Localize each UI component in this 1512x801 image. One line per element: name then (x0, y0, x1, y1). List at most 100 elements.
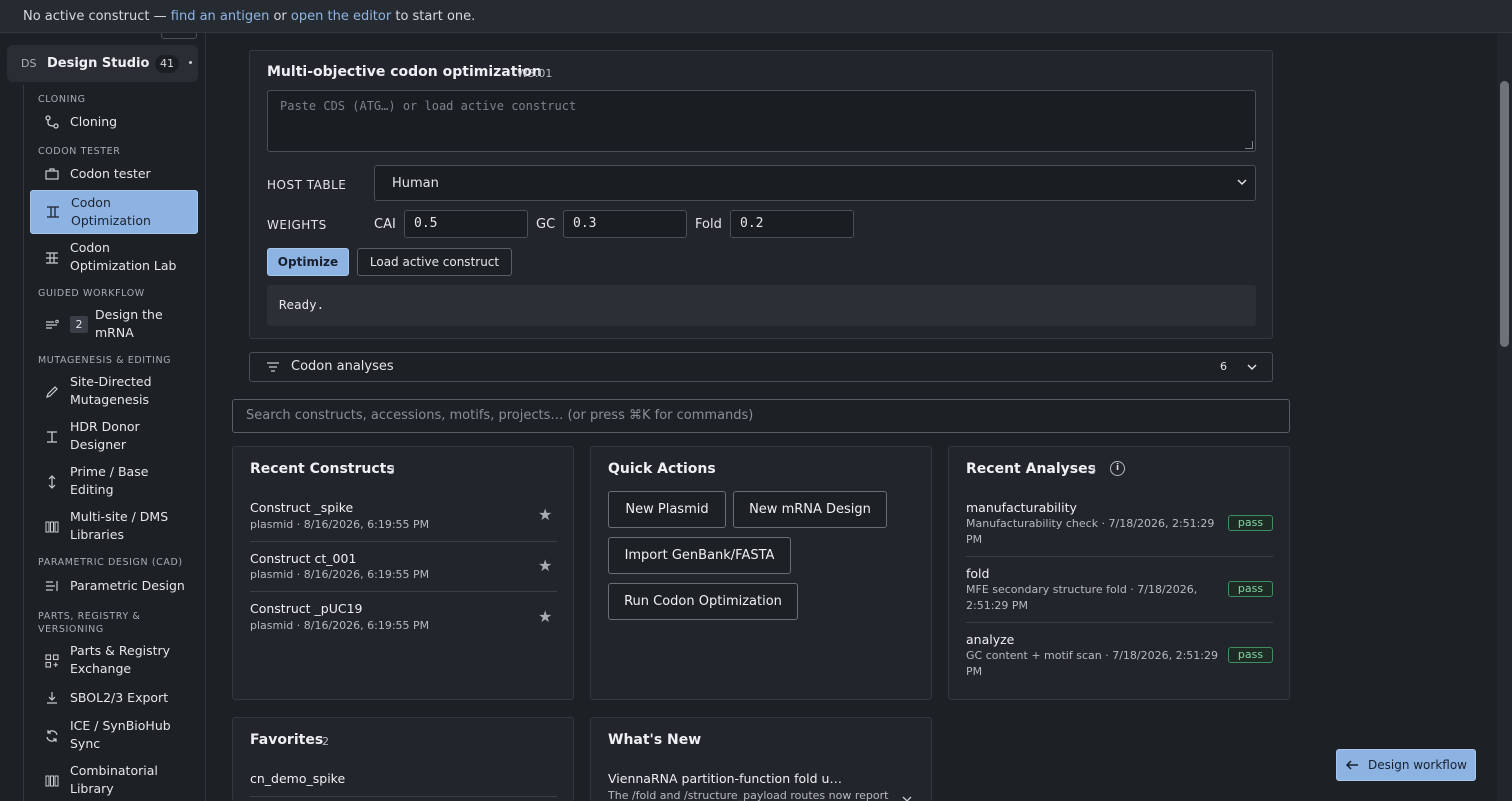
sidebar-item-site-directed-mutagenesis[interactable]: Site-Directed Mutagenesis (30, 372, 198, 412)
refresh-icon (44, 728, 60, 744)
fold-weight-input[interactable]: 0.2 (730, 210, 854, 238)
analysis-name[interactable]: analyze (966, 632, 1014, 647)
resize-grip-icon[interactable] (1245, 141, 1253, 149)
sidebar-item-label: Optimization (71, 213, 151, 228)
sidebar-item-label: Parametric Design (70, 578, 185, 593)
new-plasmid-button[interactable]: New Plasmid (608, 491, 726, 528)
sidebar-item-label: Parts & Registry (70, 643, 171, 658)
sidebar-item-codon-tester[interactable]: Codon tester (30, 163, 198, 185)
gc-weight-input[interactable]: 0.3 (563, 210, 687, 238)
sidebar-item-label: Editing (70, 482, 114, 497)
codon-optimization-panel: Multi-objective codon optimization W3.01… (249, 50, 1273, 339)
chevron-down-icon (1247, 364, 1257, 370)
construct-name[interactable]: Construct ct_001 (250, 551, 356, 566)
sidebar-item-parts-registry[interactable]: Parts & Registry Exchange (30, 641, 198, 681)
sidebar-item-multi-site-dms[interactable]: Multi-site / DMS Libraries (30, 507, 198, 547)
sidebar-item-label: Optimization Lab (70, 258, 177, 273)
weights-label: WEIGHTS (267, 218, 327, 232)
card-count: 3 (388, 464, 395, 477)
banner-middle: or (269, 8, 291, 24)
list-steps-icon (44, 317, 60, 333)
pencil-icon (44, 384, 60, 400)
section-guided-workflow: GUIDED WORKFLOW (38, 288, 145, 299)
section-mutagenesis: MUTAGENESIS & EDITING (38, 355, 172, 366)
news-title[interactable]: ViennaRNA partition-function fold u… (608, 771, 842, 786)
import-genbank-fasta-button[interactable]: Import GenBank/FASTA (608, 537, 791, 574)
cds-textarea[interactable]: Paste CDS (ATG…) or load active construc… (267, 90, 1256, 152)
cai-label: CAI (374, 217, 396, 232)
load-active-construct-button[interactable]: Load active construct (357, 248, 512, 276)
scrollbar-thumb[interactable] (1500, 81, 1509, 347)
construct-name[interactable]: Construct _pUC19 (250, 601, 363, 616)
sidebar-item-design-mrna[interactable]: 2 Design the mRNA (30, 305, 198, 345)
panel-version: W3.01 (517, 67, 553, 80)
divider (250, 796, 557, 797)
sidebar-item-label: Exchange (70, 661, 132, 676)
chevron-down-icon[interactable] (902, 796, 912, 801)
sidebar-item-label: Designer (70, 437, 126, 452)
card-title: Favorites (250, 732, 324, 748)
sidebar-item-ice-synbiohub-sync[interactable]: ICE / SynBioHub Sync (30, 716, 198, 756)
codon-analyses-label: Codon analyses (291, 359, 394, 374)
gc-label: GC (536, 217, 556, 232)
nav-guide-line (23, 85, 24, 801)
construct-meta: plasmid · 8/16/2026, 6:19:55 PM (250, 568, 430, 581)
section-cloning: CLONING (38, 94, 86, 105)
fold-label: Fold (695, 217, 722, 232)
sidebar-item-cloning[interactable]: Cloning (30, 111, 198, 133)
favorite-item[interactable]: cn_demo_spike (250, 771, 345, 786)
sidebar-item-hdr-donor-designer[interactable]: HDR Donor Designer (30, 417, 198, 457)
more-dot-icon[interactable] (189, 61, 192, 64)
sidebar-item-combinatorial-library[interactable]: Combinatorial Library (30, 761, 198, 801)
star-icon[interactable]: ★ (538, 505, 552, 524)
analysis-meta: 2:51:29 PM (966, 599, 1029, 612)
sidebar-item-label: Design the (95, 307, 163, 322)
open-editor-link[interactable]: open the editor (291, 9, 391, 24)
sidebar-item-codon-optimization[interactable]: Codon Optimization (30, 190, 198, 234)
cai-weight-input[interactable]: 0.5 (404, 210, 528, 238)
analysis-meta: MFE secondary structure fold · 7/18/2026… (966, 583, 1198, 596)
divider (250, 541, 557, 542)
analysis-meta: PM (966, 665, 983, 678)
run-codon-optimization-button[interactable]: Run Codon Optimization (608, 583, 798, 620)
host-table-select[interactable]: Human (374, 165, 1256, 201)
status-badge: pass (1228, 647, 1273, 663)
sidebar-item-label: mRNA (95, 325, 134, 340)
sidebar-item-label: Sync (70, 736, 101, 751)
quick-actions-card: Quick Actions New Plasmid New mRNA Desig… (590, 446, 932, 700)
chevron-down-icon (1237, 179, 1247, 185)
design-studio-header[interactable]: DS Design Studio 41 (7, 45, 198, 82)
sidebar-item-prime-base-editing[interactable]: Prime / Base Editing (30, 462, 198, 502)
grid-plus-icon (44, 653, 60, 669)
sidebar-item-label: HDR Donor (70, 419, 140, 434)
codon-analyses-toggle[interactable]: Codon analyses 6 (249, 352, 1273, 382)
design-workflow-button[interactable]: Design workflow (1336, 749, 1476, 781)
optimize-button[interactable]: Optimize (267, 248, 349, 276)
card-title: Recent Constructs (250, 461, 395, 477)
star-icon[interactable]: ★ (538, 556, 552, 575)
find-antigen-link[interactable]: find an antigen (171, 9, 270, 24)
page-scrollbar[interactable] (1497, 33, 1512, 801)
sidebar-item-label: Multi-site / DMS (70, 509, 169, 524)
banner-suffix: to start one. (391, 8, 476, 24)
favorites-card: Favorites 2 cn_demo_spike (232, 717, 574, 801)
vertical-arrows-icon (44, 474, 60, 490)
section-codon-tester: CODON TESTER (38, 146, 121, 157)
info-icon[interactable]: i (1110, 461, 1125, 476)
analysis-meta: PM (966, 533, 983, 546)
sidebar-item-label: Codon tester (70, 166, 151, 181)
studio-count-badge: 41 (155, 54, 179, 73)
analysis-name[interactable]: fold (966, 566, 989, 581)
studio-abbr: DS (21, 57, 37, 70)
global-search-input[interactable]: Search constructs, accessions, motifs, p… (232, 399, 1290, 433)
analysis-name[interactable]: manufacturability (966, 500, 1077, 515)
host-table-label: HOST TABLE (267, 178, 347, 192)
sidebar-item-sbol-export[interactable]: SBOL2/3 Export (30, 687, 198, 709)
star-icon[interactable]: ★ (538, 607, 552, 626)
new-mrna-design-button[interactable]: New mRNA Design (733, 491, 887, 528)
divider (250, 591, 557, 592)
sidebar-item-codon-optimization-lab[interactable]: Codon Optimization Lab (30, 238, 198, 278)
construct-name[interactable]: Construct _spike (250, 500, 353, 515)
filter-icon (267, 362, 279, 372)
sidebar-item-parametric-design[interactable]: Parametric Design (30, 575, 198, 597)
